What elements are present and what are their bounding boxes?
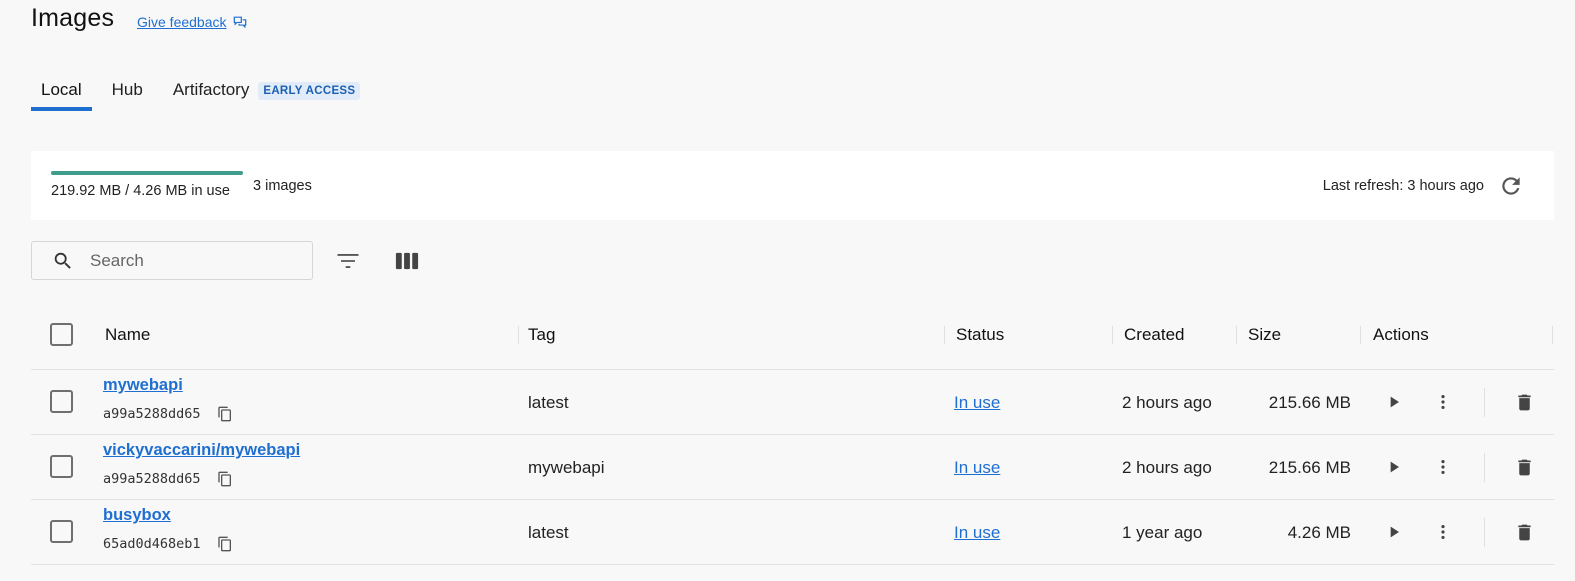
tab-artifactory[interactable]: Artifactory EARLY ACCESS [163,72,371,111]
more-vert-icon [1441,395,1445,409]
image-id: 65ad0d468eb1 [103,536,201,552]
image-name-link[interactable]: mywebapi [103,376,183,395]
tab-artifactory-label: Artifactory [172,80,250,99]
disk-usage-bar [51,171,243,175]
size-cell: 215.66 MB [1268,393,1351,412]
feedback-icon [233,16,246,29]
column-divider[interactable] [1552,326,1553,344]
table-row[interactable]: vickyvaccarini/mywebapi a99a5288dd65 myw… [31,435,1554,500]
trash-icon [1517,394,1531,410]
column-divider[interactable] [518,326,519,344]
run-button[interactable] [1382,455,1406,479]
trash-icon [1517,459,1531,475]
tab-local[interactable]: Local [31,72,92,111]
created-cell: 2 hours ago [1122,458,1212,477]
action-divider [1484,518,1485,547]
column-header-actions: Actions [1373,325,1429,344]
size-cell: 215.66 MB [1268,458,1351,477]
created-cell: 1 year ago [1122,523,1203,542]
refresh-icon [1502,177,1520,195]
images-table: Name Tag Status Created Size Actions myw… [31,300,1554,565]
trash-icon [1517,524,1531,540]
size-cell: 4.26 MB [1287,523,1351,542]
play-icon [1390,396,1399,408]
delete-button[interactable] [1512,455,1536,479]
column-header-status[interactable]: Status [956,325,1004,345]
copy-icon[interactable] [217,406,233,422]
more-options-button[interactable] [1431,390,1455,414]
search-input[interactable] [90,250,290,271]
tag-cell: mywebapi [528,458,605,477]
delete-button[interactable] [1512,390,1536,414]
images-count: 3 images [253,178,312,194]
give-feedback-label: Give feedback [137,14,227,30]
column-header-created[interactable]: Created [1124,325,1184,345]
image-id: a99a5288dd65 [103,471,201,487]
table-row[interactable]: mywebapi a99a5288dd65 latest In use 2 ho… [31,370,1554,435]
filter-button[interactable] [333,246,363,276]
action-divider [1484,388,1485,417]
tab-local-label: Local [41,80,82,99]
status-link[interactable]: In use [954,393,1000,413]
table-header: Name Tag Status Created Size Actions [31,300,1554,370]
column-divider[interactable] [1236,326,1237,344]
copy-icon[interactable] [217,536,233,552]
status-link[interactable]: In use [954,523,1000,543]
table-row[interactable]: busybox 65ad0d468eb1 latest In use 1 yea… [31,500,1554,565]
early-access-badge: EARLY ACCESS [258,82,361,100]
tab-hub-label: Hub [111,80,143,99]
columns-button[interactable] [392,246,422,276]
more-vert-icon [1441,460,1445,474]
tab-bar: Local Hub Artifactory EARLY ACCESS [31,72,370,112]
tag-cell: latest [528,523,569,542]
more-vert-icon [1441,525,1445,539]
delete-button[interactable] [1512,520,1536,544]
column-divider[interactable] [1360,326,1361,344]
disk-usage-text: 219.92 MB / 4.26 MB in use [51,183,230,199]
select-all-checkbox[interactable] [50,323,73,346]
action-divider [1484,453,1485,482]
row-checkbox[interactable] [50,390,73,413]
copy-icon[interactable] [217,471,233,487]
last-refresh-text: Last refresh: 3 hours ago [1322,178,1484,194]
column-header-name[interactable]: Name [105,325,150,345]
image-name-link[interactable]: busybox [103,506,171,525]
play-icon [1390,526,1399,538]
tag-cell: latest [528,393,569,412]
run-button[interactable] [1382,390,1406,414]
tab-hub[interactable]: Hub [102,72,153,111]
search-icon [54,252,71,269]
column-divider[interactable] [1112,326,1113,344]
run-button[interactable] [1382,520,1406,544]
image-id: a99a5288dd65 [103,406,201,422]
more-options-button[interactable] [1431,520,1455,544]
image-name-link[interactable]: vickyvaccarini/mywebapi [103,441,300,460]
refresh-button[interactable] [1498,173,1524,199]
column-divider[interactable] [944,326,945,344]
row-checkbox[interactable] [50,520,73,543]
status-link[interactable]: In use [954,458,1000,478]
more-options-button[interactable] [1431,455,1455,479]
page-title: Images [31,4,115,32]
row-checkbox[interactable] [50,455,73,478]
disk-usage-panel: 219.92 MB / 4.26 MB in use 3 images Last… [31,151,1554,220]
give-feedback-link[interactable]: Give feedback [137,14,247,30]
columns-icon [395,252,419,270]
play-icon [1390,461,1399,473]
column-header-size[interactable]: Size [1248,325,1281,345]
filter-icon [337,254,359,268]
column-header-tag[interactable]: Tag [528,325,555,345]
created-cell: 2 hours ago [1122,393,1212,412]
search-box [31,241,313,280]
